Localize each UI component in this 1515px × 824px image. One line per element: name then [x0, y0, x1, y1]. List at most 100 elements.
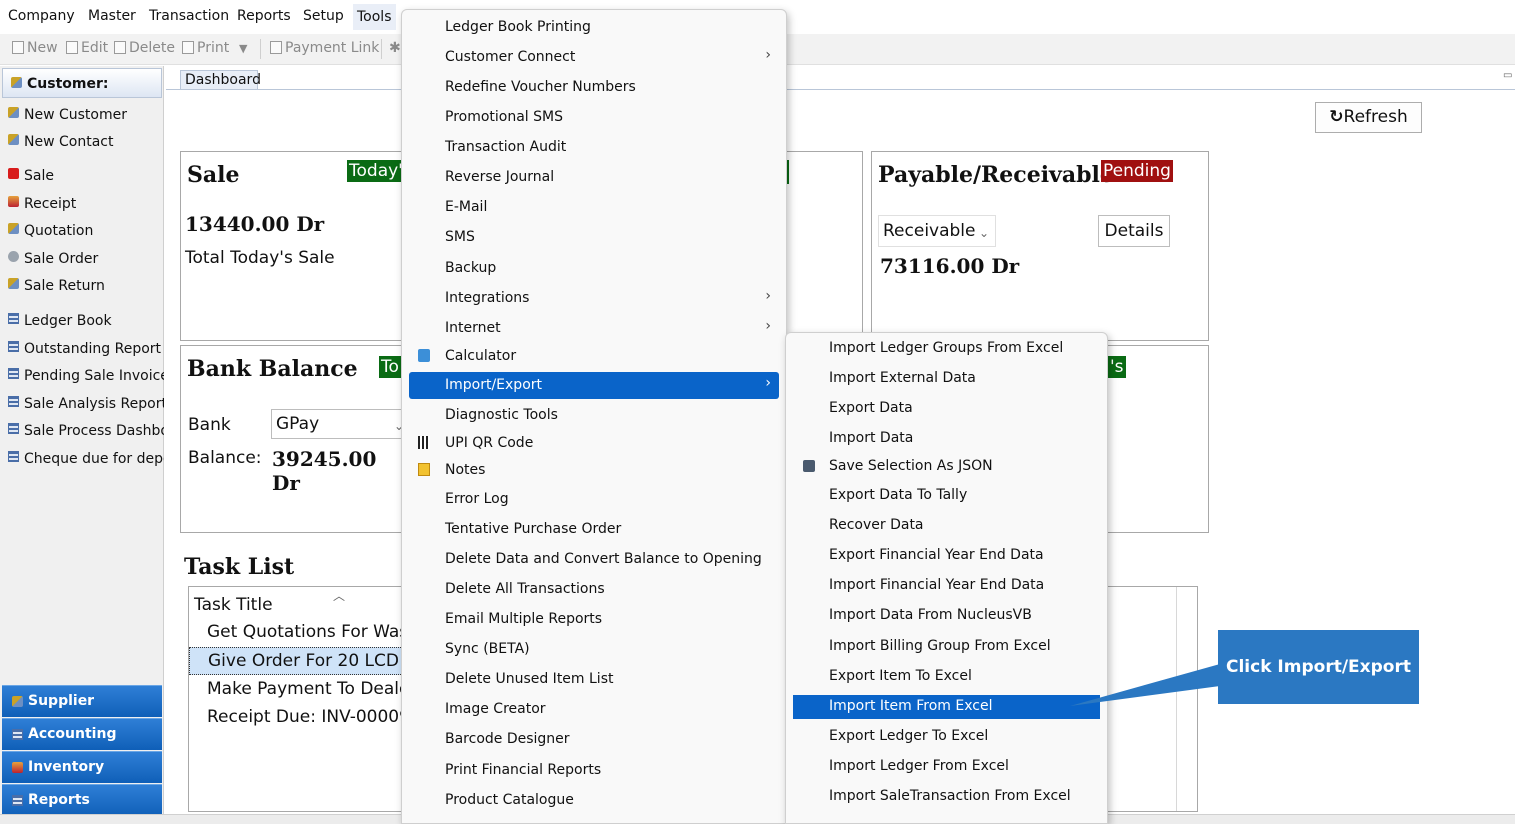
- fourth-card-badge[interactable]: 's: [1108, 356, 1126, 378]
- menu-item-error-log[interactable]: Error Log: [409, 486, 779, 513]
- menu-item-sync[interactable]: Sync (BETA): [409, 636, 779, 663]
- menu-item-sms[interactable]: SMS: [409, 224, 779, 251]
- menu-item-image-creator[interactable]: Image Creator: [409, 696, 779, 723]
- submenu-item-import-ledger-groups[interactable]: Import Ledger Groups From Excel: [793, 337, 1100, 361]
- receivable-select[interactable]: Receivable ⌄: [878, 215, 996, 247]
- refresh-button[interactable]: ↻Refresh: [1315, 102, 1422, 133]
- submenu-item-label: Export Ledger To Excel: [829, 728, 989, 744]
- chevron-right-icon: ›: [765, 288, 771, 304]
- sidebar-item-sale-analysis-report[interactable]: Sale Analysis Report: [8, 396, 164, 412]
- submenu-item-export-fy-end-data[interactable]: Export Financial Year End Data: [793, 544, 1100, 568]
- import-export-submenu: Import Ledger Groups From Excel Import E…: [785, 332, 1108, 824]
- submenu-item-label: Export Item To Excel: [829, 668, 972, 684]
- task-title-column-header[interactable]: Task Title: [194, 595, 273, 615]
- submenu-item-import-item-excel[interactable]: Import Item From Excel: [793, 695, 1100, 719]
- submenu-item-save-selection-json[interactable]: Save Selection As JSON: [793, 455, 1100, 479]
- menu-item-label: Internet: [445, 320, 501, 336]
- sidebar-item-outstanding-report[interactable]: Outstanding Report: [8, 341, 164, 357]
- sidebar-item-sale-order[interactable]: Sale Order: [8, 251, 164, 267]
- menu-item-redefine-voucher-numbers[interactable]: Redefine Voucher Numbers: [409, 74, 779, 101]
- sidebar-item-quotation[interactable]: Quotation: [8, 223, 164, 239]
- menu-item-delete-all-transactions[interactable]: Delete All Transactions: [409, 576, 779, 603]
- submenu-item-export-data[interactable]: Export Data: [793, 397, 1100, 421]
- menu-company[interactable]: Company: [8, 8, 75, 24]
- menu-tools[interactable]: Tools: [353, 4, 396, 30]
- sidebar-item-sale-return[interactable]: Sale Return: [8, 278, 164, 294]
- menu-item-product-catalogue[interactable]: Product Catalogue: [409, 787, 779, 814]
- submenu-item-export-item-excel[interactable]: Export Item To Excel: [793, 665, 1100, 689]
- submenu-item-export-ledger-excel[interactable]: Export Ledger To Excel: [793, 725, 1100, 749]
- menu-item-integrations[interactable]: Integrations ›: [409, 285, 779, 312]
- menu-item-notes[interactable]: Notes: [409, 457, 779, 484]
- sidebar-section-inventory[interactable]: Inventory: [2, 751, 162, 783]
- menu-item-backup[interactable]: Backup: [409, 255, 779, 282]
- order-icon: [8, 251, 19, 262]
- menu-item-print-financial-reports[interactable]: Print Financial Reports: [409, 757, 779, 784]
- settings-icon[interactable]: ✱: [389, 40, 401, 56]
- menu-item-calculator[interactable]: Calculator: [409, 343, 779, 370]
- menu-transaction[interactable]: Transaction: [149, 8, 229, 24]
- menu-item-upi-qr-code[interactable]: UPI QR Code: [409, 430, 779, 457]
- bank-period-badge[interactable]: To: [379, 356, 401, 378]
- submenu-item-import-data[interactable]: Import Data: [793, 427, 1100, 451]
- sidebar-section-supplier[interactable]: Supplier: [2, 685, 162, 717]
- submenu-item-import-fy-end-data[interactable]: Import Financial Year End Data: [793, 574, 1100, 598]
- delete-button[interactable]: Delete: [114, 40, 175, 56]
- submenu-item-recover-data[interactable]: Recover Data: [793, 514, 1100, 538]
- sidebar-item-receipt[interactable]: Receipt: [8, 196, 164, 212]
- submenu-item-label: Import Data From NucleusVB: [829, 607, 1032, 623]
- submenu-item-label: Import Billing Group From Excel: [829, 638, 1051, 654]
- sidebar-item-sale-process-dashboard[interactable]: Sale Process Dashboard: [8, 423, 164, 439]
- menu-item-barcode-designer[interactable]: Barcode Designer: [409, 726, 779, 753]
- submenu-item-import-sale-transaction[interactable]: Import SaleTransaction From Excel: [793, 785, 1100, 809]
- menu-item-promotional-sms[interactable]: Promotional SMS: [409, 104, 779, 131]
- menu-item-email-multiple-reports[interactable]: Email Multiple Reports: [409, 606, 779, 633]
- sidebar-item-label: Cheque due for deposit: [24, 451, 164, 467]
- sidebar-section-accounting[interactable]: Accounting: [2, 718, 162, 750]
- callout-annotation: Click Import/Export: [1218, 630, 1419, 704]
- menu-reports[interactable]: Reports: [237, 8, 291, 24]
- sidebar-section-label: Supplier: [28, 693, 95, 709]
- print-button[interactable]: Print: [182, 40, 229, 56]
- menu-item-customer-connect[interactable]: Customer Connect ›: [409, 44, 779, 71]
- submenu-item-import-external-data[interactable]: Import External Data: [793, 367, 1100, 391]
- menu-item-reverse-journal[interactable]: Reverse Journal: [409, 164, 779, 191]
- menu-master[interactable]: Master: [88, 8, 136, 24]
- menu-setup[interactable]: Setup: [303, 8, 344, 24]
- menu-item-email[interactable]: E-Mail: [409, 194, 779, 221]
- print-dropdown-icon[interactable]: ▼: [239, 42, 247, 55]
- edit-button[interactable]: Edit: [66, 40, 108, 56]
- sidebar-item-cheque-due[interactable]: Cheque due for deposit: [8, 451, 164, 467]
- menu-item-delete-data-convert[interactable]: Delete Data and Convert Balance to Openi…: [409, 546, 779, 573]
- sidebar-item-new-contact[interactable]: New Contact: [8, 134, 164, 150]
- menu-item-label: Print Financial Reports: [445, 762, 602, 778]
- payment-link-button[interactable]: Payment Link: [270, 40, 379, 56]
- menu-item-import-export[interactable]: Import/Export ›: [409, 372, 779, 399]
- submenu-item-import-ledger-excel[interactable]: Import Ledger From Excel: [793, 755, 1100, 779]
- details-button[interactable]: Details: [1098, 215, 1170, 247]
- pending-badge[interactable]: Pending: [1101, 160, 1173, 182]
- sidebar-header-customer[interactable]: Customer:: [2, 68, 162, 98]
- menu-item-diagnostic-tools[interactable]: Diagnostic Tools: [409, 402, 779, 429]
- menu-item-tentative-purchase-order[interactable]: Tentative Purchase Order: [409, 516, 779, 543]
- submenu-item-import-billing-group[interactable]: Import Billing Group From Excel: [793, 635, 1100, 659]
- menu-item-label: Redefine Voucher Numbers: [445, 79, 636, 95]
- bank-select[interactable]: GPay ⌄: [271, 409, 411, 439]
- submenu-item-import-nucleusvb[interactable]: Import Data From NucleusVB: [793, 604, 1100, 628]
- supplier-icon: [12, 696, 23, 707]
- tab-dashboard[interactable]: Dashboard: [180, 70, 261, 90]
- sidebar-section-reports[interactable]: Reports: [2, 784, 162, 816]
- sidebar-item-new-customer[interactable]: New Customer: [8, 107, 164, 123]
- sidebar-item-sale[interactable]: Sale: [8, 168, 164, 184]
- minimize-icon[interactable]: ▭: [1503, 70, 1512, 81]
- menu-item-ledger-book-printing[interactable]: Ledger Book Printing: [409, 14, 779, 41]
- sidebar-item-ledger-book[interactable]: Ledger Book: [8, 313, 164, 329]
- submenu-item-export-to-tally[interactable]: Export Data To Tally: [793, 484, 1100, 508]
- submenu-item-label: Import SaleTransaction From Excel: [829, 788, 1071, 804]
- sale-amount: 13440.00 Dr: [185, 212, 325, 236]
- menu-item-internet[interactable]: Internet ›: [409, 315, 779, 342]
- menu-item-delete-unused-item-list[interactable]: Delete Unused Item List: [409, 666, 779, 693]
- menu-item-transaction-audit[interactable]: Transaction Audit: [409, 134, 779, 161]
- sidebar-item-pending-sale-invoices[interactable]: Pending Sale Invoices: [8, 368, 164, 384]
- new-button[interactable]: New: [12, 40, 58, 56]
